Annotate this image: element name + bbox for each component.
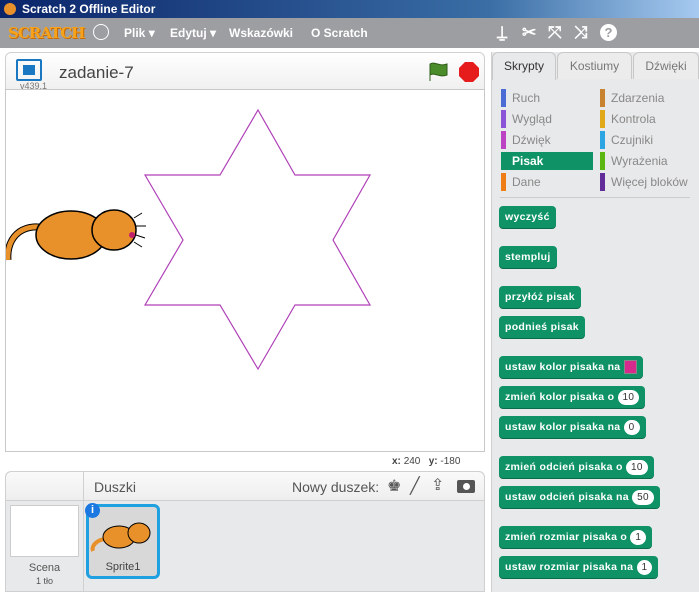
- category-color-bar: [600, 110, 605, 128]
- category-color-bar: [600, 89, 605, 107]
- pen-block[interactable]: stempluj: [499, 246, 557, 268]
- tab-scripts[interactable]: Skrypty: [492, 52, 556, 80]
- scratch-logo[interactable]: SCRATCH: [8, 24, 85, 42]
- project-title-input[interactable]: zadanie-7: [59, 63, 134, 83]
- stage-canvas[interactable]: [5, 89, 485, 452]
- mouse-coordinates: x: 240 y: -180: [392, 456, 461, 467]
- menu-tips[interactable]: Wskazówki: [229, 26, 293, 40]
- stage-header: v439.1 zadanie-7: [5, 52, 485, 91]
- number-input[interactable]: 50: [632, 489, 654, 505]
- block-label: zmień odcień pisaka o: [505, 461, 623, 473]
- menubar: SCRATCH Plik ▾ Edytuj ▾ Wskazówki O Scra…: [0, 18, 699, 48]
- category-label: Ruch: [512, 91, 541, 105]
- block-label: wyczyść: [505, 211, 550, 223]
- window-title-bar: Scratch 2 Offline Editor: [0, 0, 699, 18]
- category-dane[interactable]: Dane: [501, 173, 593, 191]
- sprites-pane: Duszki Nowy duszek: ♚ ╱ ⇪ Scena 1 tło Sp…: [5, 471, 485, 592]
- block-label: ustaw kolor pisaka na: [505, 421, 621, 433]
- category-color-bar: [600, 131, 605, 149]
- scene-backdrop-count: 1 tło: [35, 576, 53, 586]
- stamp-icon[interactable]: ⍊: [497, 23, 507, 43]
- block-label: przyłóż pisak: [505, 291, 575, 303]
- stage-thumbnail[interactable]: [10, 505, 79, 557]
- pen-star-drawing: [143, 108, 372, 371]
- category-pisak[interactable]: Pisak: [501, 152, 593, 170]
- new-sprite-label: Nowy duszek:: [292, 479, 380, 495]
- number-input[interactable]: 1: [630, 529, 647, 545]
- sprites-header: Duszki: [94, 479, 137, 495]
- cut-icon[interactable]: ✂: [522, 23, 536, 43]
- category-zdarzenia[interactable]: Zdarzenia: [600, 89, 692, 107]
- tab-costumes[interactable]: Kostiumy: [557, 52, 632, 79]
- fullscreen-icon[interactable]: [16, 59, 42, 81]
- info-icon[interactable]: i: [85, 503, 100, 518]
- pen-block[interactable]: wyczyść: [499, 206, 556, 228]
- pen-block[interactable]: przyłóż pisak: [499, 286, 581, 308]
- menu-file[interactable]: Plik ▾: [124, 26, 155, 40]
- category-label: Więcej bloków: [611, 175, 688, 189]
- menu-edit[interactable]: Edytuj ▾: [170, 26, 216, 40]
- category-ruch[interactable]: Ruch: [501, 89, 593, 107]
- help-icon[interactable]: ?: [600, 24, 617, 41]
- category-label: Czujniki: [611, 133, 654, 147]
- category-więcej-bloków[interactable]: Więcej bloków: [600, 173, 692, 191]
- pen-block[interactable]: zmień rozmiar pisaka o 1: [499, 526, 653, 548]
- number-input[interactable]: 10: [617, 389, 640, 405]
- block-label: ustaw odcień pisaka na: [505, 491, 629, 503]
- pen-block[interactable]: zmień odcień pisaka o 10: [499, 456, 654, 478]
- pen-block[interactable]: zmień kolor pisaka o 10: [499, 386, 646, 408]
- pen-block[interactable]: ustaw kolor pisaka na 0: [499, 416, 646, 438]
- color-swatch[interactable]: [623, 360, 637, 375]
- block-label: ustaw rozmiar pisaka na: [505, 561, 634, 573]
- category-color-bar: [501, 110, 506, 128]
- category-label: Dźwięk: [512, 133, 551, 147]
- window-title: Scratch 2 Offline Editor: [22, 2, 156, 16]
- category-label: Wyrażenia: [611, 154, 668, 168]
- category-kontrola[interactable]: Kontrola: [600, 110, 692, 128]
- sprite-name: Sprite1: [105, 561, 141, 573]
- category-wyrażenia[interactable]: Wyrażenia: [600, 152, 692, 170]
- number-input[interactable]: 1: [636, 559, 653, 575]
- category-czujniki[interactable]: Czujniki: [600, 131, 692, 149]
- block-label: podnieś pisak: [505, 321, 579, 333]
- upload-icon[interactable]: ⇪: [431, 475, 444, 495]
- grow-icon[interactable]: ⤧: [548, 23, 562, 43]
- camera-icon[interactable]: [457, 480, 475, 493]
- category-color-bar: [501, 173, 506, 191]
- pen-block[interactable]: ustaw kolor pisaka na: [499, 356, 643, 378]
- block-label: stempluj: [505, 251, 551, 263]
- number-input[interactable]: 10: [625, 459, 648, 475]
- sprite-library-icon[interactable]: ♚: [387, 476, 401, 496]
- paint-brush-icon[interactable]: ╱: [410, 476, 420, 496]
- pen-block[interactable]: ustaw odcień pisaka na 50: [499, 486, 660, 508]
- category-label: Wygląd: [512, 112, 552, 126]
- green-flag-icon[interactable]: [427, 61, 449, 83]
- number-input[interactable]: 0: [623, 419, 640, 435]
- block-label: zmień kolor pisaka o: [505, 391, 615, 403]
- category-label: Zdarzenia: [611, 91, 665, 105]
- stop-icon[interactable]: [458, 61, 480, 83]
- category-color-bar: [501, 89, 506, 107]
- palette-divider: [500, 197, 690, 198]
- category-color-bar: [501, 131, 506, 149]
- shrink-icon[interactable]: ⤨: [574, 23, 588, 43]
- pen-block[interactable]: ustaw rozmiar pisaka na 1: [499, 556, 659, 578]
- category-label: Dane: [512, 175, 541, 189]
- category-label: Kontrola: [611, 112, 656, 126]
- category-dźwięk[interactable]: Dźwięk: [501, 131, 593, 149]
- block-label: ustaw kolor pisaka na: [505, 361, 621, 373]
- scene-label: Scena: [28, 562, 61, 574]
- category-color-bar: [600, 152, 605, 170]
- language-globe-icon[interactable]: [93, 24, 109, 40]
- pen-block[interactable]: podnieś pisak: [499, 316, 585, 338]
- category-color-bar: [600, 173, 605, 191]
- tab-sounds[interactable]: Dźwięki: [633, 52, 699, 79]
- category-label: Pisak: [512, 154, 544, 168]
- menu-about[interactable]: O Scratch: [311, 26, 368, 40]
- block-label: zmień rozmiar pisaka o: [505, 531, 628, 543]
- category-wygląd[interactable]: Wygląd: [501, 110, 593, 128]
- scratch-cat-icon: [4, 3, 16, 15]
- cat-sprite[interactable]: [6, 209, 146, 261]
